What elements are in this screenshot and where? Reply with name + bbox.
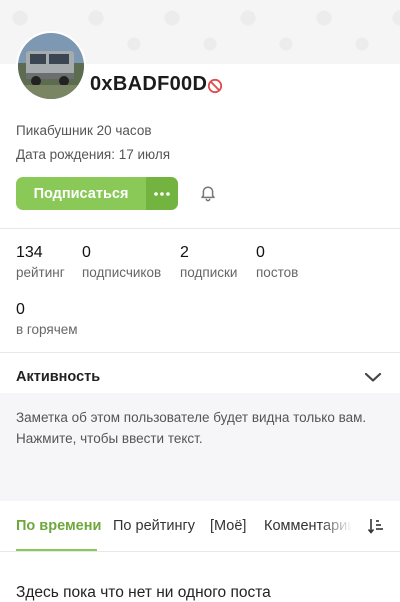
more-dots-icon (154, 191, 170, 196)
section-gap (0, 467, 400, 501)
stat-followers-value[interactable]: 0 (82, 244, 91, 262)
activity-section-title[interactable]: Активность (16, 369, 100, 385)
divider (0, 228, 400, 229)
user-note-area[interactable]: Заметка об этом пользователе будет видна… (0, 393, 400, 467)
stat-following-label[interactable]: подписки (180, 265, 237, 280)
subscribe-button-group: Подписаться (16, 177, 178, 210)
chevron-down-icon[interactable] (364, 371, 382, 383)
sort-icon[interactable] (367, 517, 385, 535)
stat-posts-label: постов (256, 265, 299, 280)
feed-tabs: По времени По рейтингу [Моё] Комментарии (0, 501, 400, 552)
stat-rating-value: 134 (16, 244, 43, 261)
avatar[interactable] (16, 31, 86, 101)
bell-icon[interactable] (199, 185, 217, 203)
stat-following-value[interactable]: 2 (180, 244, 189, 262)
ban-icon (207, 78, 223, 94)
more-options-button[interactable] (146, 177, 178, 210)
tab-by-time[interactable]: По времени (16, 518, 101, 534)
stat-posts-value: 0 (256, 244, 265, 261)
stat-followers-label[interactable]: подписчиков (82, 265, 161, 280)
user-note-text: Заметка об этом пользователе будет видна… (16, 410, 367, 446)
tab-mine[interactable]: [Моё] (210, 518, 246, 534)
stat-rating-label: рейтинг (16, 265, 65, 280)
stat-hot-value: 0 (16, 301, 25, 318)
user-tenure: Пикабушник 20 часов (16, 123, 152, 138)
divider (0, 352, 400, 353)
empty-feed-message: Здесь пока что нет ни одного поста (16, 584, 271, 601)
tab-fade (320, 501, 360, 551)
subscribe-button[interactable]: Подписаться (16, 177, 146, 210)
stat-hot-label: в горячем (16, 322, 78, 337)
user-birthday: Дата рождения: 17 июля (16, 147, 171, 162)
tab-by-rating[interactable]: По рейтингу (113, 518, 195, 534)
username: 0xBADF00D (90, 73, 208, 95)
active-tab-indicator (16, 549, 97, 551)
